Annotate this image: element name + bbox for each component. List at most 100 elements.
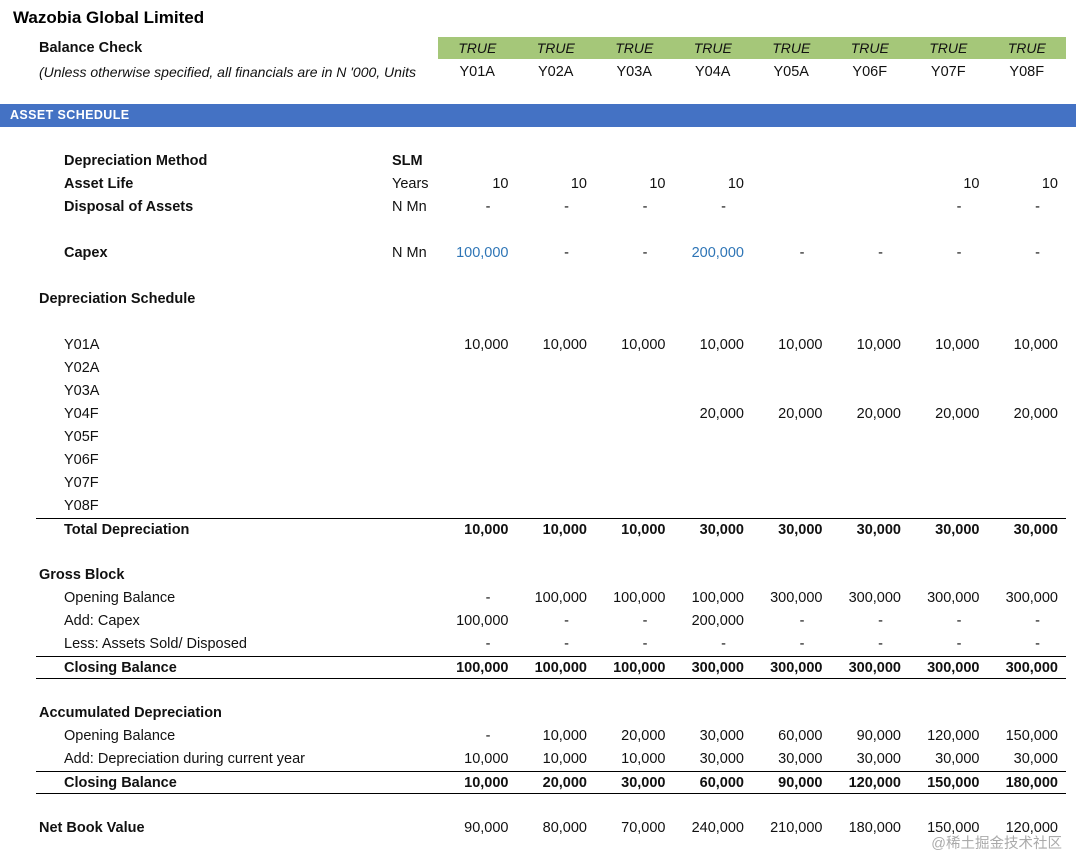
value-cell[interactable]: 90,000	[438, 817, 517, 840]
value-cell[interactable]: 10,000	[595, 748, 674, 771]
value-cell[interactable]: 60,000	[752, 725, 831, 748]
year-header-cell[interactable]: Y07F	[909, 61, 988, 84]
value-cell[interactable]: 180,000	[988, 772, 1067, 795]
year-header-cell[interactable]: Y01A	[438, 61, 517, 84]
value-cell[interactable]: 60,000	[674, 772, 753, 795]
value-cell[interactable]: -	[752, 610, 831, 633]
value-cell[interactable]: 10	[674, 173, 753, 196]
value-cell[interactable]: 10	[517, 173, 596, 196]
value-cell[interactable]: 20,000	[988, 403, 1067, 426]
value-cell[interactable]: -	[438, 587, 517, 610]
value-cell[interactable]: 100,000	[517, 657, 596, 680]
value-cell[interactable]: -	[988, 196, 1067, 219]
value-cell[interactable]: 30,000	[674, 519, 753, 542]
balance-check-cell[interactable]: TRUE	[752, 37, 831, 59]
value-cell[interactable]: 90,000	[831, 725, 910, 748]
value-cell[interactable]: 80,000	[517, 817, 596, 840]
value-cell[interactable]: 300,000	[988, 657, 1067, 680]
value-cell[interactable]: 300,000	[752, 587, 831, 610]
value-cell[interactable]: 20,000	[595, 725, 674, 748]
balance-check-cell[interactable]: TRUE	[909, 37, 988, 59]
value-cell[interactable]: 30,000	[988, 519, 1067, 542]
value-cell[interactable]: -	[752, 242, 831, 265]
balance-check-cell[interactable]: TRUE	[516, 37, 595, 59]
value-cell[interactable]: -	[988, 242, 1067, 265]
value-cell[interactable]: 30,000	[674, 748, 753, 771]
value-cell[interactable]: 180,000	[831, 817, 910, 840]
value-cell[interactable]: 300,000	[831, 587, 910, 610]
value-cell[interactable]: 240,000	[674, 817, 753, 840]
value-cell[interactable]: 100,000	[438, 242, 517, 265]
value-cell[interactable]: -	[831, 633, 910, 656]
value-cell[interactable]: 10,000	[517, 519, 596, 542]
value-cell[interactable]: -	[595, 610, 674, 633]
value-cell[interactable]: -	[674, 633, 753, 656]
year-header-cell[interactable]: Y08F	[988, 61, 1067, 84]
value-cell[interactable]: -	[517, 196, 596, 219]
balance-check-cell[interactable]: TRUE	[595, 37, 674, 59]
value-cell[interactable]: -	[909, 196, 988, 219]
value-cell[interactable]: 10,000	[595, 519, 674, 542]
year-header-cell[interactable]: Y06F	[831, 61, 910, 84]
value-cell[interactable]: 200,000	[674, 242, 753, 265]
value-cell[interactable]: 30,000	[752, 519, 831, 542]
value-cell[interactable]: 100,000	[438, 657, 517, 680]
value-cell[interactable]: 10	[909, 173, 988, 196]
value-cell[interactable]: -	[988, 633, 1067, 656]
value-cell[interactable]: -	[909, 242, 988, 265]
value-cell[interactable]: 20,000	[674, 403, 753, 426]
value-cell[interactable]: -	[831, 610, 910, 633]
value-cell[interactable]: 10,000	[438, 772, 517, 795]
value-cell[interactable]: 10,000	[988, 334, 1067, 357]
value-cell[interactable]: -	[517, 610, 596, 633]
value-cell[interactable]: 10	[988, 173, 1067, 196]
value-cell[interactable]: 100,000	[438, 610, 517, 633]
value-cell[interactable]: 20,000	[752, 403, 831, 426]
value-cell[interactable]: 10,000	[674, 334, 753, 357]
value-cell[interactable]: 300,000	[909, 587, 988, 610]
year-header-cell[interactable]: Y05A	[752, 61, 831, 84]
value-cell[interactable]: 30,000	[674, 725, 753, 748]
balance-check-cell[interactable]: TRUE	[830, 37, 909, 59]
value-cell[interactable]: -	[752, 633, 831, 656]
value-cell[interactable]: -	[674, 196, 753, 219]
value-cell[interactable]: 120,000	[909, 725, 988, 748]
value-cell[interactable]: -	[517, 633, 596, 656]
value-cell[interactable]: 30,000	[595, 772, 674, 795]
year-header-cell[interactable]: Y03A	[595, 61, 674, 84]
value-cell[interactable]: 300,000	[752, 657, 831, 680]
value-cell[interactable]: -	[438, 725, 517, 748]
value-cell[interactable]: 30,000	[831, 748, 910, 771]
value-cell[interactable]: 120,000	[831, 772, 910, 795]
value-cell[interactable]: -	[517, 242, 596, 265]
value-cell[interactable]: 210,000	[752, 817, 831, 840]
value-cell[interactable]: 300,000	[909, 657, 988, 680]
value-cell[interactable]: 100,000	[595, 587, 674, 610]
value-cell[interactable]: 10,000	[438, 748, 517, 771]
value-cell[interactable]: 150,000	[988, 725, 1067, 748]
value-cell[interactable]: 10,000	[595, 334, 674, 357]
balance-check-cell[interactable]: TRUE	[987, 37, 1066, 59]
value-cell[interactable]: 10,000	[438, 334, 517, 357]
balance-check-cell[interactable]: TRUE	[438, 37, 517, 59]
value-cell[interactable]: 90,000	[752, 772, 831, 795]
value-cell[interactable]: 10,000	[831, 334, 910, 357]
balance-check-cell[interactable]: TRUE	[673, 37, 752, 59]
value-cell[interactable]: -	[438, 196, 517, 219]
value-cell[interactable]: 300,000	[831, 657, 910, 680]
value-cell[interactable]: -	[595, 633, 674, 656]
value-cell[interactable]: -	[438, 633, 517, 656]
value-cell[interactable]: 30,000	[909, 748, 988, 771]
value-cell[interactable]: 20,000	[517, 772, 596, 795]
value-cell[interactable]: 10,000	[517, 748, 596, 771]
value-cell[interactable]: 10,000	[752, 334, 831, 357]
value-cell[interactable]: 10,000	[517, 725, 596, 748]
value-cell[interactable]: 10,000	[438, 519, 517, 542]
value-cell[interactable]: 10,000	[909, 334, 988, 357]
value-cell[interactable]: 100,000	[517, 587, 596, 610]
value-cell[interactable]: 30,000	[752, 748, 831, 771]
value-cell[interactable]: 300,000	[674, 657, 753, 680]
value-cell[interactable]: 70,000	[595, 817, 674, 840]
value-cell[interactable]: -	[909, 633, 988, 656]
value-cell[interactable]: 30,000	[831, 519, 910, 542]
